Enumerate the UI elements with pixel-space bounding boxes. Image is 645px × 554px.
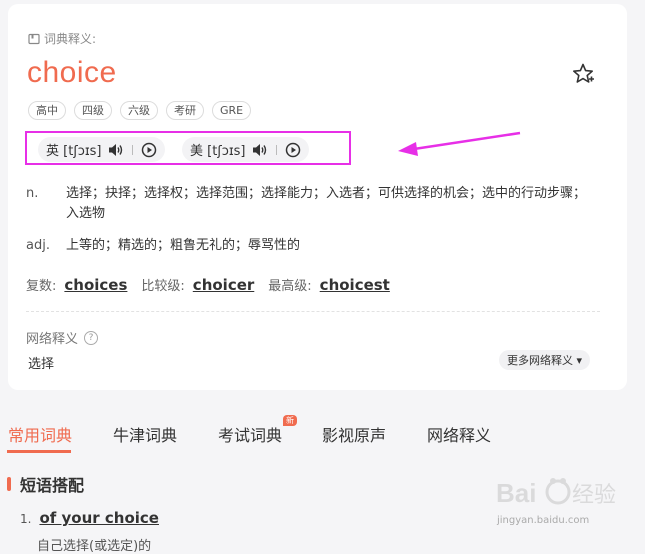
headword: choice (27, 56, 117, 89)
speaker-icon[interactable] (108, 143, 124, 157)
divider (26, 311, 600, 312)
new-badge: 新 (283, 415, 297, 426)
section-title: 短语搭配 (20, 476, 85, 495)
tag: 六级 (120, 101, 158, 120)
separator (131, 144, 133, 155)
form-label: 最高级: (268, 279, 312, 294)
tab-film-audio[interactable]: 影视原声 (322, 422, 386, 446)
network-definition-value: 选择 (28, 357, 55, 372)
pron-phonetic: [tʃɔɪs] (63, 144, 102, 159)
play-loop-icon[interactable] (285, 142, 301, 158)
word-forms: 复数: choices 比较级: choicer 最高级: choicest (26, 275, 404, 294)
tag: GRE (212, 101, 252, 120)
tag: 高中 (28, 101, 66, 120)
help-icon[interactable]: ? (84, 330, 99, 345)
definition-row: n. 选择；抉择；选择权；选择范围；选择能力；入选者；可供选择的机会；选中的行动… (26, 184, 596, 224)
phrase-link[interactable]: of your choice (39, 509, 159, 527)
separator (275, 144, 277, 155)
pron-phonetic: [tʃɔɪs] (207, 144, 246, 159)
network-definition-title: 网络释义 ? (26, 328, 99, 347)
pron-region: 英 (46, 144, 60, 159)
network-title-label: 网络释义 (26, 332, 79, 347)
level-tags: 高中 四级 六级 考研 GRE (28, 101, 252, 120)
svg-text:经验: 经验 (572, 483, 616, 508)
phrase-number: 1. (20, 512, 32, 526)
phrase-item: 1. of your choice (20, 509, 159, 527)
form-value-link[interactable]: choicer (193, 276, 254, 294)
definition-row: adj. 上等的；精选的；粗鲁无礼的；辱骂性的 (26, 236, 596, 256)
phrase-description: 自己选择(或选定)的 (37, 539, 152, 554)
part-of-speech: adj. (26, 238, 50, 253)
pron-region: 美 (190, 144, 204, 159)
book-icon (28, 33, 40, 44)
play-loop-icon[interactable] (141, 142, 157, 158)
more-network-definitions-button[interactable]: 更多网络释义 ▾ (499, 350, 591, 370)
dict-header: 词典释义: (28, 30, 96, 47)
pronunciation-uk: 英 [tʃɔɪs] (38, 137, 165, 162)
definition-text: 上等的；精选的；粗鲁无礼的；辱骂性的 (66, 238, 301, 253)
form-value-link[interactable]: choices (64, 276, 127, 294)
form-label: 比较级: (141, 279, 185, 294)
tag: 四级 (74, 101, 112, 120)
svg-text:Bai: Bai (496, 478, 536, 508)
speaker-icon[interactable] (252, 143, 268, 157)
part-of-speech: n. (26, 186, 39, 201)
tab-exam-dictionary[interactable]: 考试词典 (218, 422, 282, 446)
definition-text: 选择；抉择；选择权；选择范围；选择能力；入选者；可供选择的机会；选中的行动步骤；… (66, 186, 587, 221)
form-label: 复数: (26, 279, 57, 294)
section-marker (7, 477, 11, 491)
tag: 考研 (166, 101, 204, 120)
watermark-url: jingyan.baidu.com (497, 515, 590, 526)
active-tab-indicator (7, 450, 71, 453)
dict-header-label: 词典释义: (44, 32, 97, 46)
form-value-link[interactable]: choicest (320, 276, 390, 294)
tab-network-definitions[interactable]: 网络释义 (427, 422, 491, 446)
dictionary-tabs: 常用词典 牛津词典 考试词典 新 影视原声 网络释义 (0, 415, 645, 453)
definitions: n. 选择；抉择；选择权；选择范围；选择能力；入选者；可供选择的机会；选中的行动… (26, 184, 596, 268)
tab-oxford-dictionary[interactable]: 牛津词典 (113, 422, 177, 446)
pointer-arrow-icon (398, 131, 521, 156)
add-favorite-star-icon[interactable] (571, 62, 595, 86)
pronunciation-us: 美 [tʃɔɪs] (182, 137, 309, 162)
tab-common-dictionary[interactable]: 常用词典 (8, 422, 72, 446)
